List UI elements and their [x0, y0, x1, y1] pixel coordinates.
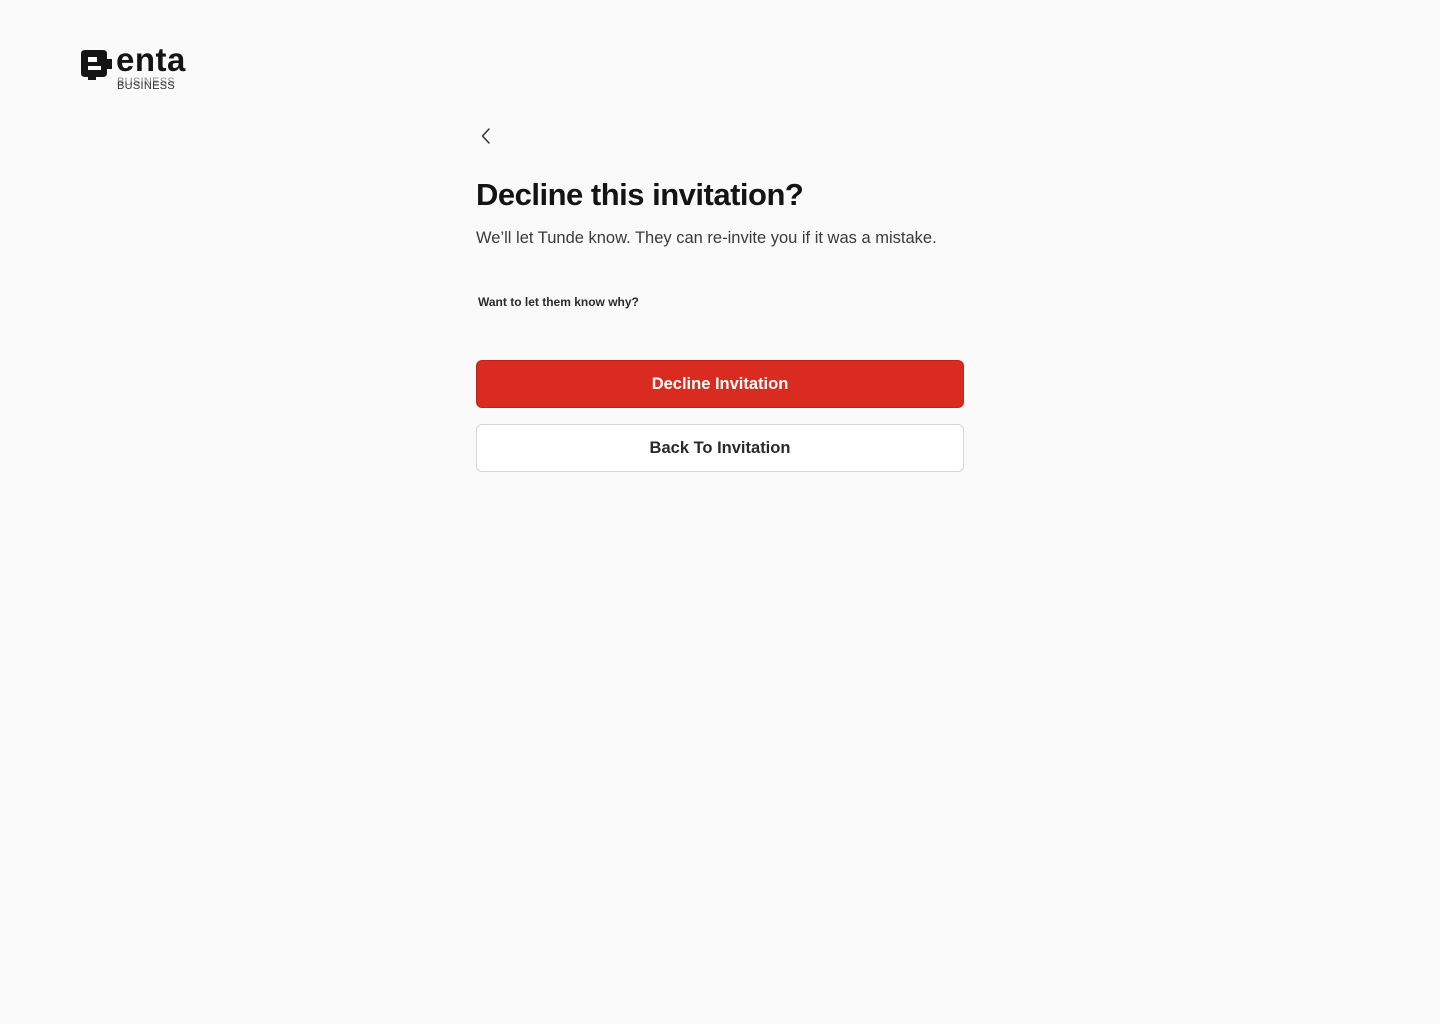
brand-logo: enta BUSINESS BUSINESS [79, 41, 209, 96]
chevron-left-icon [481, 128, 490, 144]
decline-invitation-button[interactable]: Decline Invitation [476, 360, 964, 408]
brand-mark-icon [81, 50, 112, 80]
reason-prompt-label: Want to let them know why? [478, 295, 639, 309]
page: enta BUSINESS BUSINESS Decline this invi… [0, 0, 1440, 1024]
brand-tagline: BUSINESS [117, 80, 176, 92]
brand-wordmark: enta [116, 41, 186, 78]
back-to-invitation-button[interactable]: Back To Invitation [476, 424, 964, 472]
decline-dialog: Decline this invitation? We’ll let Tunde… [476, 176, 964, 472]
page-title: Decline this invitation? [476, 177, 804, 212]
back-button[interactable] [474, 124, 498, 148]
page-subtitle: We’ll let Tunde know. They can re-invite… [476, 229, 937, 247]
